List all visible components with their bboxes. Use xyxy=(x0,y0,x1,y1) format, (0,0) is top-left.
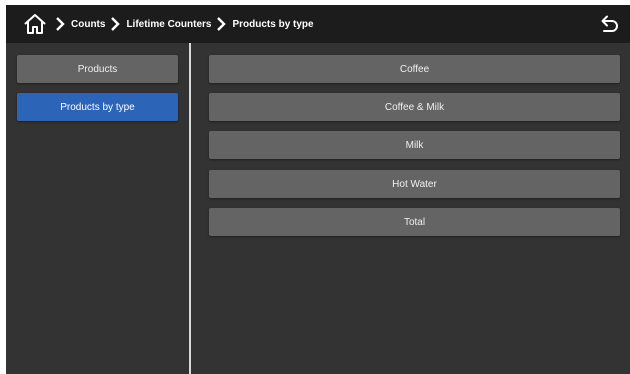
breadcrumb: Counts Lifetime Counters Products by typ… xyxy=(54,5,318,43)
breadcrumb-products-by-type: Products by type xyxy=(215,16,317,32)
button-label: Total xyxy=(403,216,426,228)
chevron-right-icon xyxy=(111,17,121,31)
chevron-right-icon xyxy=(217,17,227,31)
button-label: Hot Water xyxy=(392,178,437,190)
sidebar-item-label: Products xyxy=(77,63,118,75)
button-label: Coffee & Milk xyxy=(384,101,445,113)
home-icon[interactable] xyxy=(23,12,47,36)
breadcrumb-lifetime-counters[interactable]: Lifetime Counters xyxy=(109,16,215,32)
hot-water-button[interactable]: Hot Water xyxy=(209,170,620,198)
breadcrumb-label: Lifetime Counters xyxy=(126,18,212,30)
breadcrumb-counts[interactable]: Counts xyxy=(54,16,109,32)
button-label: Milk xyxy=(405,139,424,151)
coffee-button[interactable]: Coffee xyxy=(209,55,620,83)
sidebar-item-products[interactable]: Products xyxy=(17,55,178,83)
chevron-right-icon xyxy=(56,17,65,31)
top-bar: Counts Lifetime Counters Products by typ… xyxy=(6,5,630,43)
milk-button[interactable]: Milk xyxy=(209,131,620,159)
button-label: Coffee xyxy=(399,63,430,75)
sidebar-item-label: Products by type xyxy=(60,101,135,113)
back-arrow-icon[interactable] xyxy=(598,13,620,35)
screen: Counts Lifetime Counters Products by typ… xyxy=(6,5,630,374)
sidebar-item-products-by-type[interactable]: Products by type xyxy=(17,93,178,121)
breadcrumb-label: Products by type xyxy=(232,18,314,30)
panel-divider xyxy=(189,43,191,374)
coffee-milk-button[interactable]: Coffee & Milk xyxy=(209,93,620,121)
total-button[interactable]: Total xyxy=(209,208,620,236)
breadcrumb-label: Counts xyxy=(71,18,106,30)
